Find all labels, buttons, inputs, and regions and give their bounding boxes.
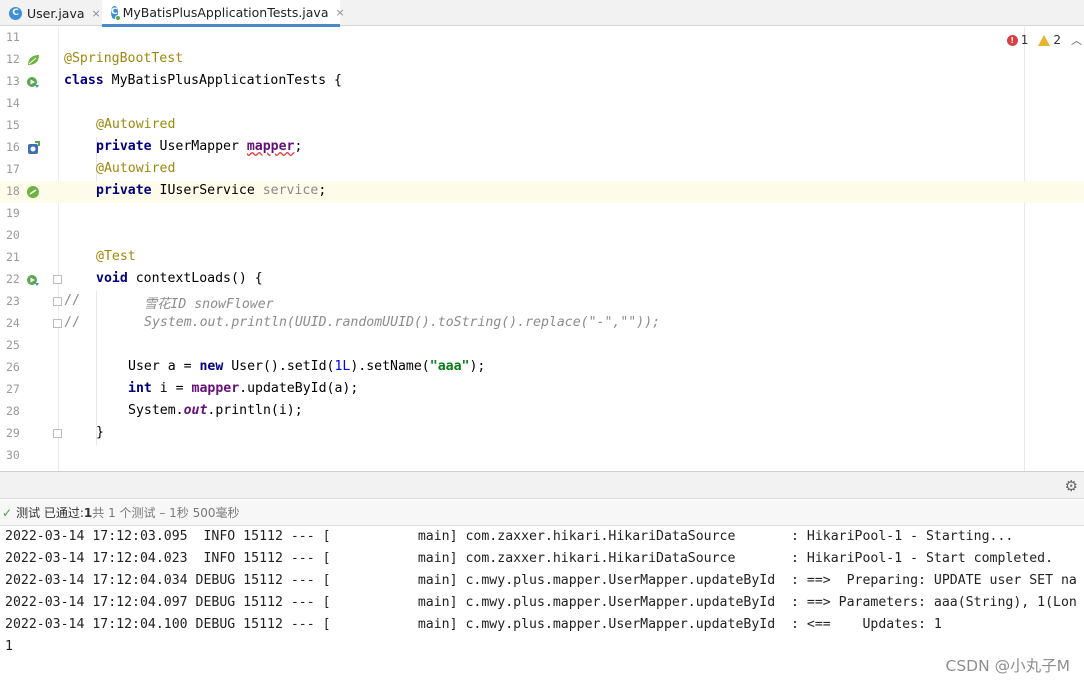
console-line: 2022-03-14 17:12:04.023 INFO 15112 --- [… [5, 551, 1054, 566]
line-number: 27 [6, 382, 20, 396]
close-icon[interactable]: × [92, 7, 101, 20]
code-line: 12 @SpringBootTest [0, 49, 1084, 71]
code-line: 30 [0, 445, 1084, 467]
fold-icon[interactable] [53, 275, 62, 284]
code-line: 17 @Autowired [0, 159, 1084, 181]
line-number: 24 [6, 316, 20, 330]
line-number: 20 [6, 228, 20, 242]
run-test-icon[interactable] [26, 273, 40, 287]
tab-user-java[interactable]: C User.java × [0, 0, 101, 26]
watermark: CSDN @小丸子M [945, 657, 1071, 675]
console-line: 1 [5, 639, 13, 654]
code-line: 29 } [0, 423, 1084, 445]
code-line: 16 private UserMapper mapper; [0, 137, 1084, 159]
code-line: 21 @Test [0, 247, 1084, 269]
code-text: System.out.println(i); [128, 403, 303, 418]
line-number: 26 [6, 360, 20, 374]
tab-label: User.java [27, 5, 85, 21]
line-number: 15 [6, 118, 20, 132]
code-line: 26 User a = new User().setId(1L).setName… [0, 357, 1084, 379]
spring-bean-icon[interactable] [26, 185, 40, 199]
code-line: 13 class MyBatisPlusApplicationTests { [0, 71, 1084, 93]
line-number: 21 [6, 250, 20, 264]
code-line: 15 @Autowired [0, 115, 1084, 137]
code-line: 19 [0, 203, 1084, 225]
code-line: 22 void contextLoads() { [0, 269, 1084, 291]
code-text: @Test [96, 249, 136, 264]
code-line: 11 [0, 27, 1084, 49]
fold-icon[interactable] [53, 319, 62, 328]
console-line: 2022-03-14 17:12:04.097 DEBUG 15112 --- … [5, 595, 1077, 610]
fold-icon[interactable] [53, 429, 62, 438]
code-line: 14 [0, 93, 1084, 115]
spring-bean-icon[interactable] [26, 53, 40, 67]
bean-injection-icon[interactable] [26, 141, 40, 155]
line-number: 23 [6, 294, 20, 308]
line-number: 13 [6, 74, 20, 88]
line-number: 19 [6, 206, 20, 220]
line-number: 12 [6, 52, 20, 66]
code-text: private IUserService service; [96, 183, 327, 198]
code-comment: 雪花ID snowFlower [144, 297, 274, 312]
line-number: 29 [6, 426, 20, 440]
console-output[interactable]: 2022-03-14 17:12:03.095 INFO 15112 --- [… [0, 527, 1084, 684]
run-panel-header: ⚙ [0, 471, 1084, 499]
code-text: } [96, 425, 104, 440]
code-text: int i = mapper.updateById(a); [128, 381, 359, 396]
code-line: 28 System.out.println(i); [0, 401, 1084, 423]
status-prefix: 测试 已通过: [16, 506, 84, 520]
line-number: 30 [6, 448, 20, 462]
line-number: 25 [6, 338, 20, 352]
tab-mybatisplus-tests[interactable]: C MyBatisPlusApplicationTests.java × [102, 0, 345, 27]
tab-label: MyBatisPlusApplicationTests.java [122, 4, 329, 20]
code-text: @Autowired [96, 161, 176, 176]
status-detail: 共 1 个测试 – 1秒 500毫秒 [92, 506, 240, 520]
console-line: 2022-03-14 17:12:03.095 INFO 15112 --- [… [5, 529, 1014, 544]
code-text: void contextLoads() { [96, 271, 263, 286]
code-text: private UserMapper mapper; [96, 139, 303, 154]
run-test-icon[interactable] [26, 75, 40, 89]
line-number: 14 [6, 96, 20, 110]
code-editor[interactable]: ! 1 2 ︿ 11 12 @SpringBootTest 13 class M… [0, 27, 1084, 471]
line-number: 28 [6, 404, 20, 418]
code-line: 25 [0, 335, 1084, 357]
editor-tab-bar: C User.java × C MyBatisPlusApplicationTe… [0, 0, 1084, 27]
code-text: User a = new User().setId(1L).setName("a… [128, 359, 486, 374]
fold-icon[interactable] [53, 297, 62, 306]
console-line: 2022-03-14 17:12:04.034 DEBUG 15112 --- … [5, 573, 1077, 588]
gear-icon[interactable]: ⚙ [1065, 477, 1078, 495]
java-test-class-icon: C [111, 5, 121, 21]
check-icon: ✓ [2, 505, 13, 520]
line-number: 11 [6, 30, 20, 44]
close-icon[interactable]: × [336, 6, 345, 19]
java-class-icon: C [9, 6, 22, 20]
line-number: 17 [6, 162, 20, 176]
code-text: class MyBatisPlusApplicationTests { [64, 73, 342, 88]
code-line: 23 // 雪花ID snowFlower [0, 291, 1084, 313]
code-text: // [64, 293, 80, 308]
code-text: @Autowired [96, 117, 176, 132]
code-line: 20 [0, 225, 1084, 247]
line-number: 16 [6, 140, 20, 154]
code-line: 24 // System.out.println(UUID.randomUUID… [0, 313, 1084, 335]
line-number: 22 [6, 272, 20, 286]
code-comment: System.out.println(UUID.randomUUID().toS… [144, 315, 661, 330]
line-number: 18 [6, 184, 20, 198]
code-text: // [64, 315, 80, 330]
test-status-bar: ✓ 测试 已通过: 1 共 1 个测试 – 1秒 500毫秒 [0, 500, 1084, 526]
code-line: 27 int i = mapper.updateById(a); [0, 379, 1084, 401]
console-line: 2022-03-14 17:12:04.100 DEBUG 15112 --- … [5, 617, 942, 632]
code-line-current: 18 private IUserService service; [0, 181, 1084, 203]
passed-count: 1 [83, 505, 93, 520]
code-text: @SpringBootTest [64, 51, 184, 66]
